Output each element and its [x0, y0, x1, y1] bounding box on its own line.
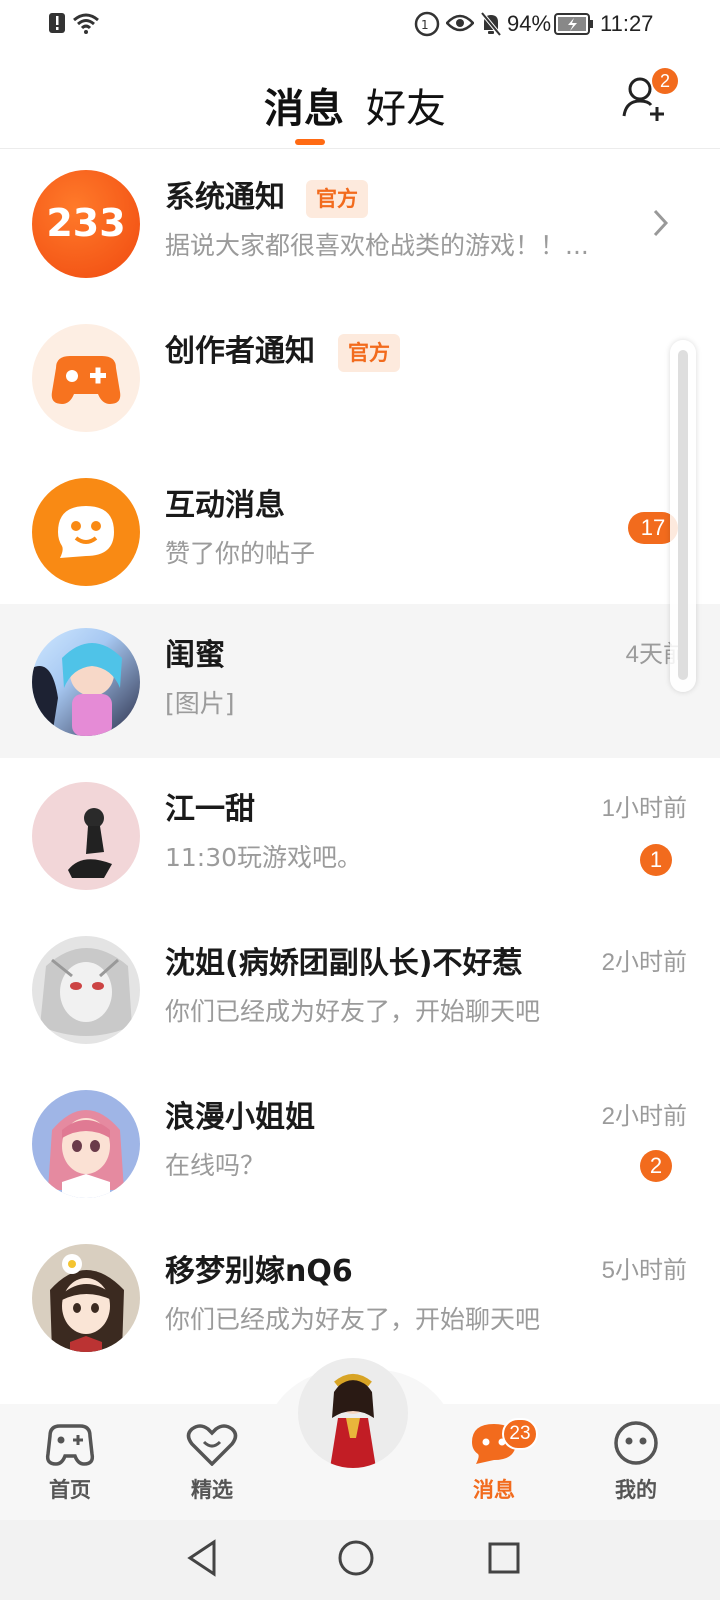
nav-messages-label: 消息: [473, 1478, 515, 1502]
list-item-interaction-notice[interactable]: 互动消息 赞了你的帖子 17: [0, 454, 720, 610]
anime-avatar: [32, 936, 140, 1044]
list-item-chat[interactable]: 沈姐(病娇团副队长)不好惹 2小时前 你们已经成为好友了，开始聊天吧: [0, 912, 720, 1068]
nav-messages[interactable]: 23 消息: [444, 1404, 544, 1520]
anime-avatar: [32, 1244, 140, 1352]
tab-friends[interactable]: 好友: [366, 76, 446, 134]
scrollbar-thumb[interactable]: [678, 350, 688, 680]
gamepad-icon: [32, 324, 140, 432]
list-item-chat[interactable]: 浪漫小姐姐 2小时前 在线吗？ 2: [0, 1066, 720, 1222]
message-preview: 据说大家都很喜欢枪战类的游戏！！...: [165, 231, 589, 260]
sender-name: 沈姐(病娇团副队长)不好惹: [165, 946, 523, 981]
chat-smile-icon: [32, 478, 140, 586]
avatar-text: 233: [46, 201, 125, 245]
unread-badge: 2: [640, 1150, 672, 1182]
system-nav-bar: [0, 1520, 720, 1600]
smile-face-icon: [614, 1421, 658, 1465]
back-triangle-icon[interactable]: [184, 1538, 220, 1578]
sender-name: 移梦别嫁nQ6: [165, 1254, 353, 1289]
heart-icon: [186, 1424, 238, 1466]
anime-avatar: [32, 782, 140, 890]
message-preview: 你们已经成为好友了，开始聊天吧: [165, 1305, 541, 1334]
mute-bell-icon: [480, 11, 502, 37]
nav-character-avatar[interactable]: [298, 1358, 408, 1468]
nav-featured[interactable]: 精选: [162, 1404, 262, 1520]
anime-avatar: [32, 628, 140, 736]
official-tag: 官方: [338, 334, 400, 372]
battery-percent: 94%: [507, 11, 552, 36]
tab-messages[interactable]: 消息: [264, 76, 344, 134]
data-saver-icon: 1: [414, 11, 440, 37]
bottom-nav: 首页 精选 23 消息 我的: [0, 1358, 720, 1520]
sender-name: 系统通知: [165, 180, 285, 215]
nav-featured-label: 精选: [191, 1478, 233, 1502]
anime-avatar: [32, 1090, 140, 1198]
eye-icon: [446, 14, 474, 32]
gamepad-icon: [45, 1424, 95, 1466]
list-item-system-notice[interactable]: 233 系统通知 官方 据说大家都很喜欢枪战类的游戏！！...: [0, 146, 720, 302]
list-item-chat[interactable]: 移梦别嫁nQ6 5小时前 你们已经成为好友了，开始聊天吧: [0, 1220, 720, 1376]
header: 消息 好友 2: [0, 48, 720, 149]
nav-me-label: 我的: [615, 1478, 657, 1502]
home-circle-icon[interactable]: [336, 1538, 376, 1578]
list-item-creator-notice[interactable]: 创作者通知 官方: [0, 300, 720, 456]
nav-messages-badge: 23: [502, 1418, 538, 1450]
message-time: 2小时前: [601, 1103, 687, 1130]
character-avatar: [330, 1374, 376, 1468]
sender-name: 闺蜜: [165, 638, 225, 673]
add-friend-button[interactable]: 2: [620, 68, 680, 130]
message-time: 1小时前: [601, 795, 687, 822]
wifi-icon: [73, 13, 99, 34]
233-logo-icon: 233: [32, 170, 140, 278]
nav-home-label: 首页: [49, 1478, 91, 1502]
list-item-chat[interactable]: 闺蜜 4天前 [图片]: [0, 604, 720, 758]
official-tag: 官方: [306, 180, 368, 218]
message-preview: 你们已经成为好友了，开始聊天吧: [165, 997, 541, 1026]
sender-name: 江一甜: [165, 792, 255, 827]
active-tab-indicator: [295, 139, 325, 145]
recents-square-icon[interactable]: [486, 1538, 522, 1578]
sim-alert-icon: [49, 13, 65, 33]
message-time: 5小时前: [601, 1257, 687, 1284]
unread-badge: 1: [640, 844, 672, 876]
scrollbar[interactable]: [670, 340, 696, 692]
sender-name: 创作者通知: [165, 334, 315, 369]
add-friend-badge: 2: [652, 68, 678, 94]
svg-text:1: 1: [421, 18, 429, 32]
status-bar: 1 94% 11:27: [0, 0, 720, 48]
chevron-right-icon: [653, 209, 669, 237]
message-preview: 赞了你的帖子: [165, 539, 316, 568]
list-item-chat[interactable]: 江一甜 1小时前 11:30玩游戏吧。 1: [0, 758, 720, 914]
nav-home[interactable]: 首页: [20, 1404, 120, 1520]
message-preview: 11:30玩游戏吧。: [165, 843, 363, 872]
battery-icon: [554, 13, 593, 35]
message-preview: 在线吗？: [165, 1151, 266, 1180]
message-time: 2小时前: [601, 949, 687, 976]
nav-me[interactable]: 我的: [586, 1404, 686, 1520]
message-preview: [图片]: [165, 689, 235, 718]
sender-name: 浪漫小姐姐: [165, 1100, 315, 1135]
sender-name: 互动消息: [165, 488, 285, 523]
clock: 11:27: [600, 11, 654, 36]
